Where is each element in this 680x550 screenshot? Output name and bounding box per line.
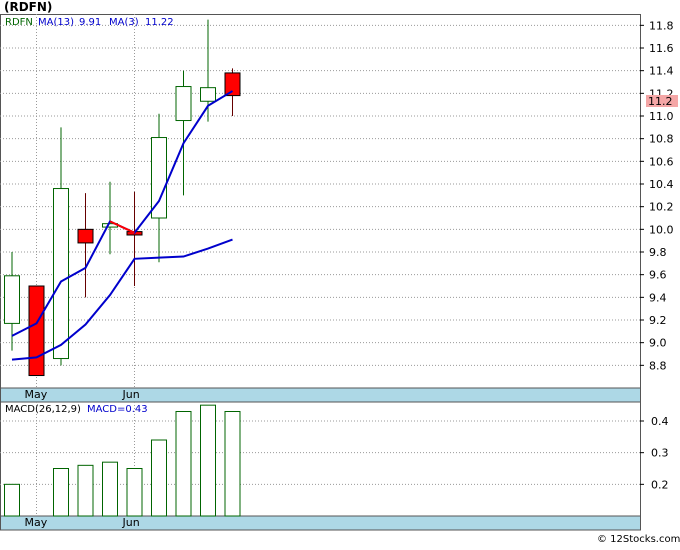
legend-ma3-value: 11.22 [145, 17, 174, 28]
stock-chart: 8.8 9.0 9.2 9.4 9.6 9.8 10.0 10.2 10.4 10.6 10.8 11… [0, 0, 680, 546]
price-tick-label: 11.8 [649, 19, 674, 32]
macd-bar [4, 483, 20, 517]
price-month-label: Jun [122, 388, 140, 401]
macd-legend-value: MACD=0.43 [87, 404, 148, 415]
macd-bar [53, 468, 69, 517]
price-tick-label: 8.8 [649, 359, 667, 372]
candle-body [175, 86, 192, 122]
macd-tick-label: 0.2 [651, 478, 669, 491]
macd-bar [175, 411, 192, 517]
price-tick-label: 10.0 [649, 223, 674, 236]
last-price-label: 11.2 [648, 95, 673, 108]
ticker-label: (RDFN) [4, 0, 52, 14]
macd-bar [77, 464, 94, 517]
price-tick-label: 11.0 [649, 110, 674, 123]
price-tick-label: 9.4 [649, 291, 667, 304]
price-tick-label: 9.2 [649, 314, 667, 327]
candle-body [151, 137, 167, 219]
candle-body [53, 188, 69, 360]
price-tick-label: 10.8 [649, 133, 674, 146]
legend-ma13-label: MA(13) [38, 17, 74, 28]
price-month-label: May [25, 388, 48, 401]
price-tick-label: 10.4 [649, 178, 674, 191]
legend-ma3-label: MA(3) [109, 17, 139, 28]
candle-body [77, 228, 94, 244]
candle-body [28, 285, 45, 377]
macd-tick-label: 0.3 [651, 447, 669, 460]
price-tick-label: 9.0 [649, 337, 667, 350]
macd-panel-frame [0, 401, 641, 517]
candle-body [200, 87, 216, 102]
price-tick-label: 11.4 [649, 65, 674, 78]
legend-ticker: RDFN [5, 17, 33, 28]
price-tick-label: 10.6 [649, 155, 674, 168]
macd-bar [151, 439, 167, 517]
candle-body [4, 275, 20, 324]
macd-bar [102, 461, 118, 517]
price-tick-label: 9.8 [649, 246, 667, 259]
macd-bar [126, 468, 143, 517]
macd-bar [200, 404, 216, 517]
macd-month-label: Jun [122, 516, 140, 529]
chart-canvas: 8.8 9.0 9.2 9.4 9.6 9.8 10.0 10.2 10.4 10.6 10.8 11… [0, 0, 680, 545]
credit-text: © 12Stocks.com [597, 534, 680, 545]
price-tick-label: 9.6 [649, 269, 667, 282]
macd-legend-label: MACD(26,12,9) [5, 404, 81, 415]
macd-month-label: May [25, 516, 48, 529]
macd-bar [224, 411, 241, 517]
price-tick-label: 11.6 [649, 42, 674, 55]
macd-x-axis-band [0, 515, 641, 531]
price-tick-label: 10.2 [649, 201, 674, 214]
macd-tick-label: 0.4 [651, 415, 669, 428]
legend-ma13-value: 9.91 [79, 17, 101, 28]
candle-down [28, 285, 45, 377]
price-x-axis-band [0, 387, 641, 403]
